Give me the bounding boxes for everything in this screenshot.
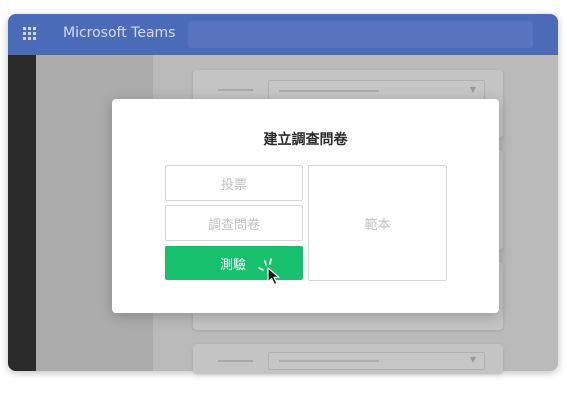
poll-option-button[interactable]: 投票 — [165, 165, 303, 201]
create-survey-dialog: 建立調查問卷 投票 調查問卷 測驗 範本 — [112, 99, 499, 313]
placeholder-line — [218, 360, 253, 362]
template-option-button[interactable]: 範本 — [308, 165, 447, 281]
dialog-title: 建立調查問卷 — [263, 132, 348, 148]
app-launcher-grid-icon[interactable] — [23, 27, 38, 42]
background-select: ▼ — [268, 352, 485, 370]
survey-option-label: 調查問卷 — [207, 217, 260, 233]
quiz-option-label: 測驗 — [220, 257, 247, 273]
left-app-rail — [8, 55, 36, 371]
placeholder-line — [218, 89, 253, 91]
pointer-click-icon — [258, 258, 280, 286]
title-bar: Microsoft Teams — [8, 14, 558, 55]
poll-option-label: 投票 — [220, 177, 247, 193]
background-form-card: ▼ — [193, 344, 503, 374]
chevron-down-icon: ▼ — [469, 85, 476, 94]
chevron-down-icon: ▼ — [469, 355, 476, 364]
template-option-label: 範本 — [364, 217, 391, 233]
app-title: Microsoft Teams — [63, 25, 176, 41]
survey-option-button[interactable]: 調查問卷 — [165, 205, 303, 241]
search-bar[interactable] — [188, 21, 533, 48]
